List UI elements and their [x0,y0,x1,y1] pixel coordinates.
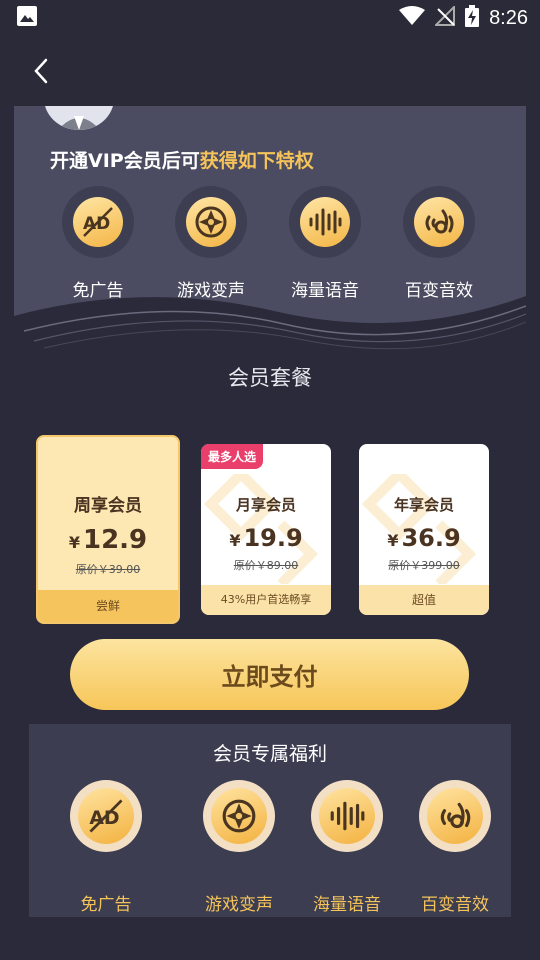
image-notification-icon [16,5,38,31]
privilege-title-highlight: 获得如下特权 [199,150,314,172]
plan-original-price: 原价￥399.00 [388,559,460,572]
benefit-label: 游戏变声 [205,895,273,915]
plan-price: ¥36.9 [359,524,489,552]
avatar [44,106,114,130]
privilege-panel: 开通VIP会员后可获得如下特权 AD 免广告 游戏变声 海量语音 百变音效 [14,106,526,356]
benefit-label: 百变音效 [421,895,489,915]
pay-now-button[interactable]: 立即支付 [70,639,469,710]
benefit-label: 海量语音 [313,895,381,915]
benefit-item-sound-effects: 百变音效 [400,780,510,915]
status-time: 8:26 [489,6,528,29]
privilege-item-game-voice: 游戏变声 [156,186,266,301]
plan-price: ¥19.9 [201,524,331,552]
plan-footer: 超值 [359,585,489,615]
privilege-item-sound-effects: 百变音效 [384,186,494,301]
benefit-item-no-ad: AD 免广告 [51,780,161,915]
no-ad-icon: AD [89,799,123,833]
no-signal-icon [433,4,456,30]
plan-card-weekly[interactable]: 周享会员 ¥12.9 原价￥39.00 尝鲜 [36,435,180,624]
battery-charging-icon [465,5,480,31]
privilege-title: 开通VIP会员后可获得如下特权 [50,146,314,173]
plan-price-value: 36.9 [401,524,461,552]
plans-section-title: 会员套餐 [228,366,312,390]
plan-footer: 尝鲜 [38,590,178,622]
status-bar: 8:26 [0,0,540,36]
popular-badge: 最多人选 [201,444,264,469]
wave-decoration [14,296,526,356]
currency-symbol: ¥ [387,531,399,550]
plan-name: 年享会员 [393,496,454,514]
wifi-icon [399,6,426,30]
currency-symbol: ¥ [68,533,80,552]
plan-footer: 43%用户首选畅享 [201,585,331,615]
benefit-item-voice-library: 海量语音 [292,780,402,915]
back-button[interactable] [26,56,56,86]
privilege-title-prefix: 开通VIP会员后可 [50,150,200,172]
benefit-item-game-voice: 游戏变声 [184,780,294,915]
gamepad-icon [222,799,256,833]
no-ad-icon: AD [83,207,113,237]
plan-name: 月享会员 [235,496,296,514]
plan-price-value: 12.9 [82,525,148,555]
gamepad-icon [195,206,227,238]
plan-price: ¥12.9 [38,525,178,555]
benefit-label: 免广告 [80,895,132,915]
sound-wave-icon [330,801,365,831]
plan-name: 周享会员 [74,496,142,516]
currency-symbol: ¥ [229,531,241,550]
plan-card-monthly[interactable]: 最多人选 月享会员 ¥19.9 原价￥89.00 43%用户首选畅享 [201,444,331,615]
chevron-left-icon [34,58,48,84]
benefits-title: 会员专属福利 [212,743,327,765]
sound-wave-icon [309,208,342,236]
privilege-list: AD 免广告 游戏变声 海量语音 百变音效 [14,170,526,301]
status-icons: 8:26 [399,4,528,31]
privilege-item-no-ad: AD 免广告 [43,186,153,301]
plan-original-price: 原价￥89.00 [233,559,299,572]
plan-original-price: 原价￥39.00 [75,563,141,576]
benefits-panel: 会员专属福利 AD 免广告 游戏变声 海量语音 百变音效 [29,724,511,917]
privilege-item-voice-library: 海量语音 [270,186,380,301]
plan-price-value: 19.9 [243,524,303,552]
sound-effect-icon [440,802,471,829]
app-bar [0,36,540,106]
sound-effect-icon [425,209,454,234]
plan-card-yearly[interactable]: 年享会员 ¥36.9 原价￥399.00 超值 [359,444,489,615]
